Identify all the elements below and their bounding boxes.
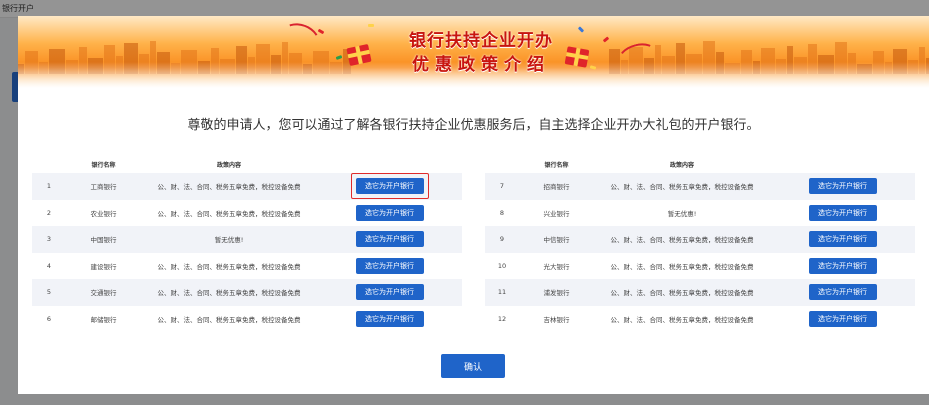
action-cell: 选它为开户银行 <box>317 284 462 301</box>
select-bank-button[interactable]: 选它为开户银行 <box>808 204 877 221</box>
policy-text: 公、财、法、合同、税务五章免费，税控设备免费 <box>157 183 301 192</box>
policy-text: 公、财、法、合同、税务五章免费，税控设备免费 <box>610 236 754 245</box>
confetti <box>577 26 585 33</box>
policy-text: 公、财、法、合同、税务五章免费，税控设备免费 <box>610 315 754 324</box>
policy-text: 公、财、法、合同、税务五章免费，税控设备免费 <box>157 315 301 324</box>
bank-name: 吉林银行 <box>543 315 570 324</box>
policy-text: 暂无优惠! <box>214 236 244 245</box>
row-index: 9 <box>499 235 505 244</box>
table-row: 10 光大银行 公、财、法、合同、税务五章免费，税控设备免费 选它为开户银行 <box>485 253 915 280</box>
table-header: 银行名称 政策内容 <box>32 156 462 173</box>
bank-name: 建设银行 <box>90 262 117 271</box>
action-cell: 选它为开户银行 <box>770 310 915 327</box>
bank-name: 中国银行 <box>90 236 117 245</box>
table-row: 7 招商银行 公、财、法、合同、税务五章免费，税控设备免费 选它为开户银行 <box>485 173 915 200</box>
bank-selection-dialog: 银行扶持企业开办 优惠政策介绍 尊敬的申请人，您可以通过了解各银行扶持企业优惠服… <box>18 16 929 394</box>
bank-name: 光大银行 <box>543 262 570 271</box>
confirm-button[interactable]: 确认 <box>441 354 505 378</box>
policy-text: 公、财、法、合同、税务五章免费，税控设备免费 <box>157 209 301 218</box>
table-row: 1 工商银行 公、财、法、合同、税务五章免费，税控设备免费 选它为开户银行 <box>32 173 462 200</box>
table-row: 12 吉林银行 公、财、法、合同、税务五章免费，税控设备免费 选它为开户银行 <box>485 306 915 333</box>
policy-text: 公、财、法、合同、税务五章免费，税控设备免费 <box>157 289 301 298</box>
bank-name: 招商银行 <box>543 183 570 192</box>
select-bank-button[interactable]: 选它为开户银行 <box>355 257 424 274</box>
select-bank-button[interactable]: 选它为开户银行 <box>808 178 877 195</box>
policy-text: 暂无优惠! <box>667 209 697 218</box>
bank-name: 兴业银行 <box>543 209 570 218</box>
action-cell: 选它为开户银行 <box>770 204 915 221</box>
action-cell: 选它为开户银行 <box>770 231 915 248</box>
select-bank-button[interactable]: 选它为开户银行 <box>355 310 424 327</box>
action-cell: 选它为开户银行 <box>770 284 915 301</box>
select-bank-button[interactable]: 选它为开户银行 <box>808 284 877 301</box>
table-row: 4 建设银行 公、财、法、合同、税务五章免费，税控设备免费 选它为开户银行 <box>32 253 462 280</box>
table-row: 8 兴业银行 暂无优惠! 选它为开户银行 <box>485 200 915 227</box>
bank-table-left: 银行名称 政策内容 1 工商银行 公、财、法、合同、税务五章免费，税控设备免费 … <box>32 156 462 332</box>
header-policy: 政策内容 <box>669 162 694 169</box>
bank-table-right: 银行名称 政策内容 7 招商银行 公、财、法、合同、税务五章免费，税控设备免费 … <box>485 156 915 332</box>
row-index: 3 <box>46 235 52 244</box>
action-cell: 选它为开户银行 <box>770 257 915 274</box>
policy-text: 公、财、法、合同、税务五章免费，税控设备免费 <box>157 262 301 271</box>
table-row: 6 邮储银行 公、财、法、合同、税务五章免费，税控设备免费 选它为开户银行 <box>32 306 462 333</box>
table-row: 2 农业银行 公、财、法、合同、税务五章免费，税控设备免费 选它为开户银行 <box>32 200 462 227</box>
gift-icon <box>564 46 590 68</box>
row-index: 1 <box>46 182 52 191</box>
action-cell: 选它为开户银行 <box>317 257 462 274</box>
intro-text: 尊敬的申请人，您可以通过了解各银行扶持企业优惠服务后，自主选择企业开办大礼包的开… <box>187 118 760 133</box>
action-cell: 选它为开户银行 <box>317 231 462 248</box>
policy-text: 公、财、法、合同、税务五章免费，税控设备免费 <box>610 183 754 192</box>
select-bank-button[interactable]: 选它为开户银行 <box>355 231 424 248</box>
action-cell: 选它为开户银行 <box>770 178 915 195</box>
action-cell: 选它为开户银行 <box>317 310 462 327</box>
row-index: 10 <box>497 261 507 270</box>
select-bank-button[interactable]: 选它为开户银行 <box>808 257 877 274</box>
row-index: 11 <box>497 288 507 297</box>
row-index: 7 <box>499 182 505 191</box>
bank-name: 交通银行 <box>90 289 117 298</box>
bank-name: 中信银行 <box>543 236 570 245</box>
action-cell: 选它为开户银行 <box>317 173 462 200</box>
table-row: 5 交通银行 公、财、法、合同、税务五章免费，税控设备免费 选它为开户银行 <box>32 279 462 306</box>
bank-name: 浦发银行 <box>543 289 570 298</box>
header-bank: 银行名称 <box>544 162 569 169</box>
select-bank-button[interactable]: 选它为开户银行 <box>355 284 424 301</box>
bank-name: 邮储银行 <box>90 315 117 324</box>
highlight-box <box>351 173 429 200</box>
row-index: 12 <box>497 314 507 323</box>
row-index: 6 <box>46 314 52 323</box>
row-index: 4 <box>46 261 52 270</box>
banner-subtitle: 优惠政策介绍 <box>412 55 550 75</box>
confetti <box>317 28 325 35</box>
header-policy: 政策内容 <box>216 162 241 169</box>
row-index: 5 <box>46 288 52 297</box>
bank-name: 工商银行 <box>90 183 117 192</box>
banner-title: 银行扶持企业开办 <box>409 31 553 51</box>
confetti <box>368 24 374 27</box>
promo-banner: 银行扶持企业开办 优惠政策介绍 <box>18 16 929 88</box>
row-index: 8 <box>499 208 505 217</box>
select-bank-button[interactable]: 选它为开户银行 <box>808 310 877 327</box>
select-bank-button[interactable]: 选它为开户银行 <box>808 231 877 248</box>
table-row: 9 中信银行 公、财、法、合同、税务五章免费，税控设备免费 选它为开户银行 <box>485 226 915 253</box>
row-index: 2 <box>46 208 52 217</box>
bank-name: 农业银行 <box>90 209 117 218</box>
header-bank: 银行名称 <box>91 162 116 169</box>
table-row: 11 浦发银行 公、财、法、合同、税务五章免费，税控设备免费 选它为开户银行 <box>485 279 915 306</box>
policy-text: 公、财、法、合同、税务五章免费，税控设备免费 <box>610 262 754 271</box>
policy-text: 公、财、法、合同、税务五章免费，税控设备免费 <box>610 289 754 298</box>
select-bank-button[interactable]: 选它为开户银行 <box>355 204 424 221</box>
table-header: 银行名称 政策内容 <box>485 156 915 173</box>
table-row: 3 中国银行 暂无优惠! 选它为开户银行 <box>32 226 462 253</box>
action-cell: 选它为开户银行 <box>317 204 462 221</box>
